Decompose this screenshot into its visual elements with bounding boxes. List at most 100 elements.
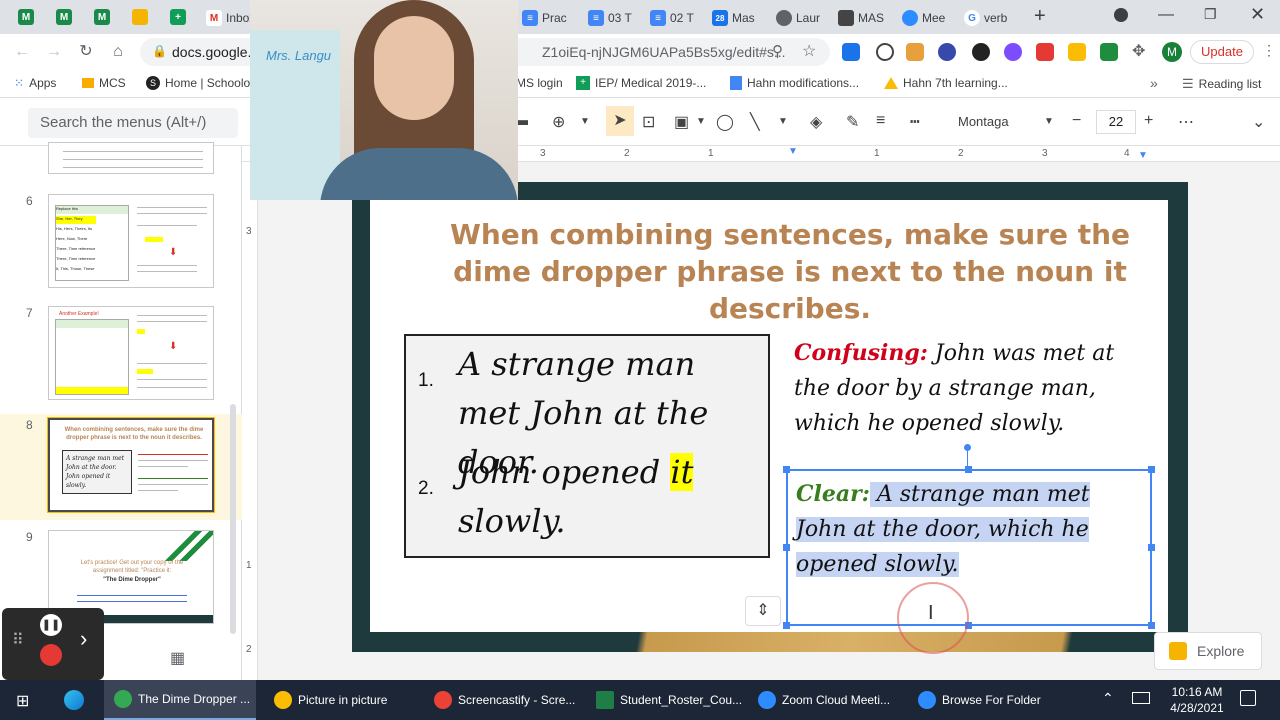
extension-lp-icon[interactable] xyxy=(972,43,990,61)
restore-icon[interactable]: ❐ xyxy=(1204,6,1217,23)
task-picture-in-picture[interactable]: Picture in picture xyxy=(266,680,416,720)
indent-marker-icon[interactable]: ▼ xyxy=(788,146,798,157)
back-icon[interactable]: ← xyxy=(12,42,32,62)
expand-chevron-icon[interactable]: › xyxy=(80,626,87,652)
shape-icon[interactable]: ◯ xyxy=(716,112,734,132)
resize-handle[interactable] xyxy=(965,466,972,473)
extensions-puzzle-icon[interactable]: ✥ xyxy=(1132,41,1145,61)
resize-handle[interactable] xyxy=(1148,622,1155,629)
profile-avatar[interactable]: M xyxy=(1162,42,1182,62)
font-family-select[interactable]: Montaga xyxy=(958,114,1009,129)
bookmarks-more-icon[interactable]: » xyxy=(1150,75,1158,91)
filmstrip-scrollbar[interactable] xyxy=(230,404,236,634)
insert-image-icon[interactable]: ▣ xyxy=(674,112,689,132)
resize-handle[interactable] xyxy=(1148,544,1155,551)
resize-handle[interactable] xyxy=(783,466,790,473)
format-options-icon[interactable]: ⇕ xyxy=(745,596,781,626)
font-size-input[interactable]: 22 xyxy=(1096,110,1136,134)
zoom-icon[interactable]: ⊕ xyxy=(552,112,565,132)
bookmark-iep-medical[interactable]: + IEP/ Medical 2019-... xyxy=(576,76,706,90)
zoom-dropdown-icon[interactable]: ▼ xyxy=(580,116,590,127)
bookmark-apps[interactable]: ⁙ Apps xyxy=(14,76,56,90)
slide-thumbnail-7[interactable]: Another Example! ⬇ xyxy=(48,306,214,400)
edge-icon[interactable] xyxy=(64,690,84,710)
extension-x-icon[interactable] xyxy=(1100,43,1118,61)
tray-chevron-icon[interactable]: ⌃ xyxy=(1102,690,1114,707)
current-slide[interactable]: When combining sentences, make sure the … xyxy=(370,200,1168,654)
right-indent-marker-icon[interactable]: ▼ xyxy=(1138,150,1148,161)
update-button[interactable]: Update xyxy=(1190,40,1254,64)
task-student-roster[interactable]: Student_Roster_Cou... xyxy=(588,680,742,720)
extension-screen-icon[interactable] xyxy=(842,43,860,61)
line-icon[interactable]: ╲ xyxy=(750,112,760,132)
drag-handle-icon[interactable]: ⠿ xyxy=(12,630,24,650)
extension-a-icon[interactable] xyxy=(876,43,894,61)
zoom-lens-icon[interactable]: ⚲ xyxy=(772,42,783,60)
resize-handle[interactable] xyxy=(783,544,790,551)
tab-03[interactable]: ≡ 03 T xyxy=(588,4,632,32)
resize-handle[interactable] xyxy=(1148,466,1155,473)
network-icon[interactable] xyxy=(1132,692,1150,704)
tab-02[interactable]: ≡ 02 T xyxy=(650,4,694,32)
reading-list-button[interactable]: ☰ Reading list xyxy=(1182,76,1261,92)
border-color-icon[interactable]: ✎ xyxy=(846,112,859,132)
bookmark-star-icon[interactable]: ☆ xyxy=(802,41,816,61)
new-tab-icon[interactable]: + xyxy=(1034,5,1046,28)
bookmark-home-schoology[interactable]: S Home | Schoolo xyxy=(146,76,250,90)
font-size-decrease-icon[interactable]: − xyxy=(1072,112,1081,130)
plus-icon[interactable]: + xyxy=(170,9,186,25)
fill-color-icon[interactable]: ◈ xyxy=(810,112,822,132)
numbered-sentences-box[interactable]: 1. A strange man met John at the door. 2… xyxy=(404,334,770,558)
task-zoom-cloud[interactable]: Zoom Cloud Meeti... xyxy=(750,680,902,720)
clear-example-textbox[interactable]: Clear: A strange man met John at the doo… xyxy=(786,469,1152,626)
font-dropdown-icon[interactable]: ▼ xyxy=(1044,116,1054,127)
forward-icon[interactable]: → xyxy=(44,42,64,62)
extension-c-icon[interactable] xyxy=(938,43,956,61)
border-weight-icon[interactable]: ≡ xyxy=(876,112,885,130)
bookmark-mcs[interactable]: MCS xyxy=(82,76,126,90)
pause-icon[interactable]: ❚❚ xyxy=(40,614,62,636)
sheets-icon[interactable]: M xyxy=(18,9,34,25)
extension-snowflake-icon[interactable] xyxy=(1004,43,1022,61)
stop-record-icon[interactable] xyxy=(40,644,62,666)
extension-record-icon[interactable] xyxy=(1036,43,1054,61)
slide-title[interactable]: When combining sentences, make sure the … xyxy=(430,216,1150,327)
task-browse-folder[interactable]: Browse For Folder xyxy=(910,680,1062,720)
tab-mas-2[interactable]: MAS xyxy=(838,4,884,32)
webcam-picture-in-picture[interactable]: Mrs. Langu xyxy=(250,0,518,200)
reload-icon[interactable]: ↻ xyxy=(76,42,96,62)
sheets-icon[interactable]: M xyxy=(94,9,110,25)
system-clock[interactable]: 10:16 AM 4/28/2021 xyxy=(1162,684,1232,716)
tab-inbox[interactable]: M Inbox xyxy=(206,4,255,32)
sheets-icon[interactable]: M xyxy=(56,9,72,25)
task-dime-dropper[interactable]: The Dime Dropper ... xyxy=(104,680,256,720)
image-dropdown-icon[interactable]: ▼ xyxy=(696,116,706,127)
bookmark-hahn-7th[interactable]: Hahn 7th learning... xyxy=(884,76,1008,90)
more-options-icon[interactable]: ⋯ xyxy=(1178,112,1194,132)
select-cursor-icon[interactable]: ➤ xyxy=(606,106,634,136)
notifications-icon[interactable] xyxy=(1240,690,1256,706)
menu-search-input[interactable]: Search the menus (Alt+/) xyxy=(28,108,238,138)
minimize-icon[interactable]: — xyxy=(1158,6,1174,24)
tab-search-icon[interactable] xyxy=(1114,8,1128,22)
slide-thumbnail-6[interactable]: Replace this She, Her, They His, Hers, T… xyxy=(48,194,214,288)
rotate-handle[interactable] xyxy=(964,444,971,451)
slides-icon[interactable] xyxy=(132,9,148,25)
task-screencastify[interactable]: Screencastify - Scre... xyxy=(426,680,578,720)
extension-z-icon[interactable] xyxy=(1068,43,1086,61)
text-box-icon[interactable]: ⊡ xyxy=(642,112,655,132)
tab-laur[interactable]: Laur xyxy=(776,4,820,32)
extension-photo-icon[interactable] xyxy=(906,43,924,61)
tab-verb[interactable]: G verb xyxy=(964,4,1007,32)
confusing-example[interactable]: Confusing: John was met at the door by a… xyxy=(794,336,1154,441)
font-size-increase-icon[interactable]: + xyxy=(1144,112,1153,130)
close-window-icon[interactable]: ✕ xyxy=(1250,4,1265,25)
windows-start-icon[interactable]: ⊞ xyxy=(16,691,29,711)
resize-handle[interactable] xyxy=(783,622,790,629)
slide-thumbnail-8[interactable]: When combining sentences, make sure the … xyxy=(47,417,215,513)
tab-prac[interactable]: ≡ Prac xyxy=(522,4,567,32)
more-vert-icon[interactable]: ⋮ xyxy=(1262,42,1276,59)
home-icon[interactable]: ⌂ xyxy=(108,42,128,62)
border-dash-icon[interactable]: ┅ xyxy=(910,112,920,132)
explore-button[interactable]: Explore xyxy=(1154,632,1262,670)
